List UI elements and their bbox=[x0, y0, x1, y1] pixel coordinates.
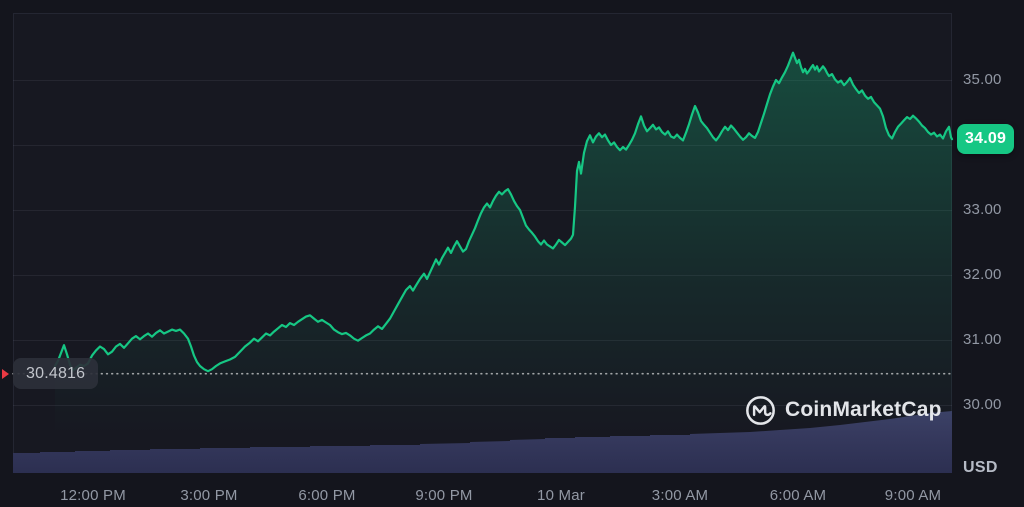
y-axis-label: 35.00 bbox=[963, 71, 1002, 89]
y-axis-label: 30.00 bbox=[963, 396, 1002, 414]
current-price-badge: 34.09 bbox=[957, 124, 1014, 154]
x-axis-label: 9:00 AM bbox=[868, 487, 958, 505]
x-axis-label: 6:00 PM bbox=[282, 487, 372, 505]
coinmarketcap-logo-icon bbox=[745, 395, 776, 426]
x-axis-label: 3:00 PM bbox=[164, 487, 254, 505]
chart-panel: CoinMarketCap 34.09 30.4816 35.00 33.00 32… bbox=[0, 0, 1024, 507]
x-axis-label: 10 Mar bbox=[516, 487, 606, 505]
y-axis-label: 33.00 bbox=[963, 201, 1002, 219]
y-axis-label: 32.00 bbox=[963, 266, 1002, 284]
low-marker-icon bbox=[2, 369, 9, 379]
x-axis-label: 3:00 AM bbox=[635, 487, 725, 505]
x-axis-label: 12:00 PM bbox=[48, 487, 138, 505]
price-chart[interactable] bbox=[0, 0, 1024, 507]
currency-label: USD bbox=[963, 459, 1010, 477]
x-axis-label: 6:00 AM bbox=[753, 487, 843, 505]
y-axis-label: 31.00 bbox=[963, 331, 1002, 349]
brand-name: CoinMarketCap bbox=[785, 398, 942, 422]
x-axis-label: 9:00 PM bbox=[399, 487, 489, 505]
low-price-label: 30.4816 bbox=[13, 358, 98, 389]
brand-watermark: CoinMarketCap bbox=[745, 393, 942, 427]
